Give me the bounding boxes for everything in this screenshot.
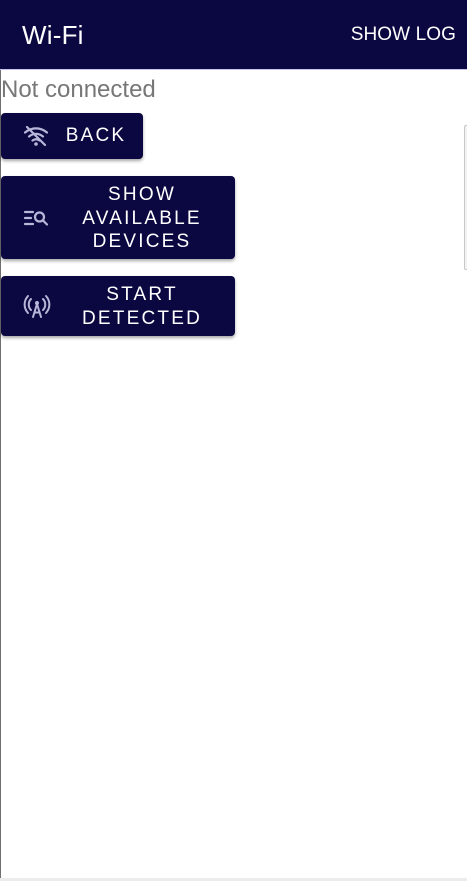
back-button-label: BACK <box>65 125 127 146</box>
show-log-button[interactable]: SHOW LOG <box>351 23 456 47</box>
wifi-off-icon <box>23 125 49 147</box>
show-available-devices-label: SHOW AVAILABLE DEVICES <box>82 184 202 252</box>
connection-status-text: Not connected <box>1 76 156 103</box>
broadcast-tower-icon <box>23 295 51 318</box>
main-content: Not connected BACK SHOW AVAILABLE DEVICE… <box>0 70 467 881</box>
app-bar-title: Wi-Fi <box>22 20 84 50</box>
app-bar: Wi-Fi SHOW LOG <box>0 0 467 70</box>
show-available-devices-button[interactable]: SHOW AVAILABLE DEVICES <box>1 176 235 259</box>
list-search-icon <box>23 210 49 226</box>
back-button[interactable]: BACK <box>1 113 143 159</box>
start-detected-button[interactable]: START DETECTED <box>1 276 235 336</box>
start-detected-label: START DETECTED <box>82 284 202 329</box>
